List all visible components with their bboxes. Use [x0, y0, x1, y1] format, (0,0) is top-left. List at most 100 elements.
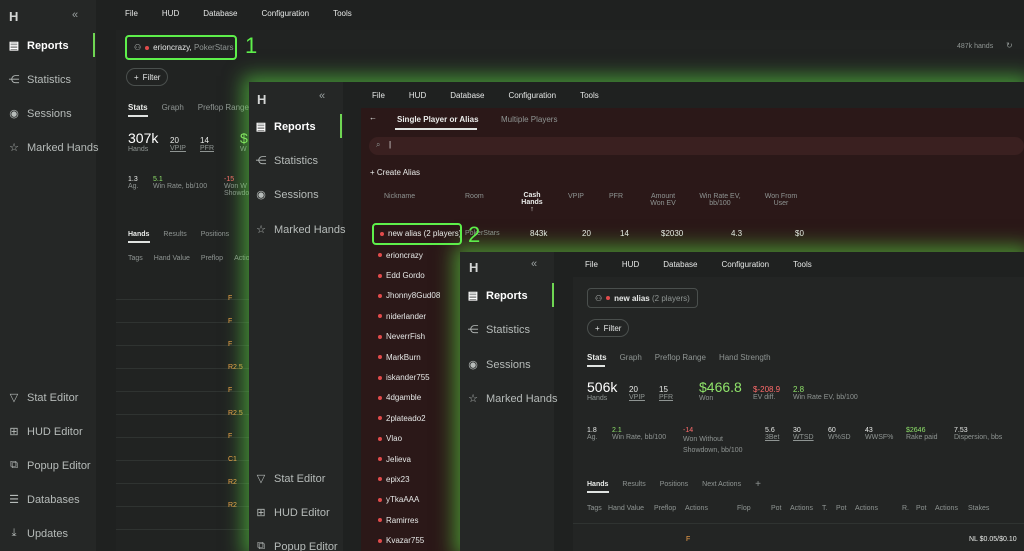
list-item[interactable]: MarkBurn: [378, 347, 440, 367]
tab-stats[interactable]: Stats: [587, 353, 607, 362]
list-item[interactable]: erioncrazy: [378, 245, 440, 265]
menu-tools[interactable]: Tools: [580, 91, 599, 100]
menu-hud[interactable]: HUD: [622, 260, 639, 269]
stat-label: Won Without Showdown, bb/100: [683, 436, 743, 454]
collapse-sidebar-icon[interactable]: «: [531, 258, 537, 270]
sidebar-item-sessions[interactable]: ◉ Sessions: [467, 358, 530, 372]
sidebar-item-stat-editor[interactable]: ▽ Stat Editor: [255, 472, 326, 486]
tab-hands[interactable]: Hands: [587, 481, 608, 490]
tab-positions[interactable]: Positions: [201, 231, 229, 238]
menu-database[interactable]: Database: [663, 260, 697, 269]
menu-configuration[interactable]: Configuration: [721, 260, 769, 269]
hand-tabs: Hands Results Positions: [128, 231, 229, 238]
stat-label[interactable]: VPIP: [170, 145, 186, 152]
plus-icon: +: [595, 323, 600, 333]
sidebar: H « ▤ Reports ⋲ Statistics ◉ Sessions ☆ Mark…: [0, 0, 99, 551]
list-item[interactable]: Kvazar755: [378, 530, 440, 550]
filter-button[interactable]: + Filter: [126, 68, 169, 86]
list-item[interactable]: Ramirres: [378, 510, 440, 530]
tab-preflop-range[interactable]: Preflop Range: [198, 103, 249, 112]
list-item[interactable]: epix23: [378, 469, 440, 489]
tab-graph[interactable]: Graph: [162, 103, 184, 112]
alias-selector[interactable]: ⚇ new alias (2 players): [587, 288, 698, 308]
sidebar-item-statistics[interactable]: ⋲ Statistics: [8, 73, 72, 87]
list-item[interactable]: Vlao: [378, 429, 440, 449]
list-item[interactable]: Jelieva: [378, 449, 440, 469]
sidebar-item-reports[interactable]: ▤ Reports: [8, 39, 69, 53]
sidebar-item-stat-editor[interactable]: ▽ Stat Editor: [8, 391, 79, 405]
stat-label[interactable]: PFR: [659, 394, 673, 401]
list-item[interactable]: Jhonny8Gud08: [378, 286, 440, 306]
col-preflop: Preflop: [654, 505, 677, 512]
sidebar-item-sessions[interactable]: ◉ Sessions: [255, 188, 318, 202]
menu-database[interactable]: Database: [450, 91, 484, 100]
list-item[interactable]: yTkaAAA: [378, 490, 440, 510]
list-item[interactable]: NeverrFish: [378, 327, 440, 347]
tab-single-player[interactable]: Single Player or Alias: [397, 115, 479, 124]
sidebar-item-reports[interactable]: ▤ Reports: [467, 289, 528, 303]
popup-icon: ⧉: [257, 540, 265, 551]
menu-tools[interactable]: Tools: [333, 9, 352, 18]
tab-preflop-range[interactable]: Preflop Range: [655, 353, 706, 362]
sidebar-item-statistics[interactable]: ⋲ Statistics: [467, 323, 531, 337]
menu-configuration[interactable]: Configuration: [508, 91, 556, 100]
tab-results[interactable]: Results: [622, 481, 645, 490]
menu-file[interactable]: File: [125, 9, 138, 18]
sidebar-item-hud-editor[interactable]: ⊞ HUD Editor: [255, 506, 329, 520]
sidebar-item-updates[interactable]: ⤓ Updates: [8, 527, 68, 540]
menu-bar: File HUD Database Configuration Tools: [372, 91, 623, 100]
sidebar-item-popup-editor[interactable]: ⧉ Popup Editor: [8, 459, 91, 472]
sidebar-item-marked-hands[interactable]: ☆ Marked Hands: [467, 392, 558, 406]
tab-hand-strength[interactable]: Hand Strength: [719, 353, 771, 362]
filter-button[interactable]: + Filter: [587, 319, 630, 337]
stat-label[interactable]: PFR: [200, 145, 214, 152]
active-indicator: [93, 33, 95, 57]
menu-hud[interactable]: HUD: [409, 91, 426, 100]
list-item[interactable]: iskander755: [378, 367, 440, 387]
alias-name: new alias: [614, 293, 650, 303]
stat-label[interactable]: WTSD: [793, 434, 814, 441]
list-item[interactable]: niderlander: [378, 306, 440, 326]
stat-label[interactable]: 3Bet: [765, 434, 779, 441]
collapse-sidebar-icon[interactable]: «: [319, 90, 325, 102]
tab-positions[interactable]: Positions: [660, 481, 688, 490]
sidebar-item-marked-hands[interactable]: ☆ Marked Hands: [255, 223, 345, 237]
sidebar-item-label: Databases: [27, 493, 80, 506]
col-cash-hands[interactable]: Cash Hands ↑: [519, 192, 545, 213]
tab-next-actions[interactable]: Next Actions: [702, 481, 741, 490]
stakes-cell: NL $0.05/$0.10: [969, 536, 1017, 543]
tab-stats[interactable]: Stats: [128, 103, 148, 112]
create-alias-button[interactable]: + Create Alias: [370, 168, 420, 177]
menu-file[interactable]: File: [372, 91, 385, 100]
sidebar-item-hud-editor[interactable]: ⊞ HUD Editor: [8, 425, 82, 439]
search-input[interactable]: ⌕ |: [369, 137, 1024, 155]
list-item[interactable]: 4dgamble: [378, 388, 440, 408]
tab-hands[interactable]: Hands: [128, 231, 149, 238]
funnel-icon: ▽: [9, 392, 19, 404]
sidebar-item-label: Marked Hands: [486, 392, 558, 405]
stat-value: 14: [200, 136, 209, 145]
list-item[interactable]: Edd Gordo: [378, 265, 440, 285]
list-item[interactable]: 2plateado2: [378, 408, 440, 428]
tab-multiple-players[interactable]: Multiple Players: [501, 115, 557, 124]
stat-label[interactable]: VPIP: [629, 394, 645, 401]
stat-winrate: 5.1 Win Rate, bb/100: [153, 176, 207, 190]
tab-results[interactable]: Results: [163, 231, 186, 238]
sidebar-item-label: Statistics: [486, 323, 531, 336]
menu-configuration[interactable]: Configuration: [261, 9, 309, 18]
menu-file[interactable]: File: [585, 260, 598, 269]
sidebar-item-databases[interactable]: ☰ Databases: [8, 493, 80, 507]
menu-database[interactable]: Database: [203, 9, 237, 18]
sidebar-item-reports[interactable]: ▤ Reports: [255, 120, 316, 134]
sidebar-item-popup-editor[interactable]: ⧉ Popup Editor: [255, 540, 338, 551]
sidebar-item-statistics[interactable]: ⋲ Statistics: [255, 154, 319, 168]
collapse-sidebar-icon[interactable]: «: [72, 9, 78, 21]
menu-hud[interactable]: HUD: [162, 9, 179, 18]
menu-tools[interactable]: Tools: [793, 260, 812, 269]
sidebar-item-marked-hands[interactable]: ☆ Marked Hands: [8, 141, 98, 155]
add-tab-button[interactable]: +: [755, 479, 761, 490]
sidebar-item-sessions[interactable]: ◉ Sessions: [8, 107, 71, 121]
refresh-icon[interactable]: ↻: [1006, 41, 1013, 50]
back-arrow-icon[interactable]: ←: [369, 113, 377, 122]
tab-graph[interactable]: Graph: [620, 353, 642, 362]
